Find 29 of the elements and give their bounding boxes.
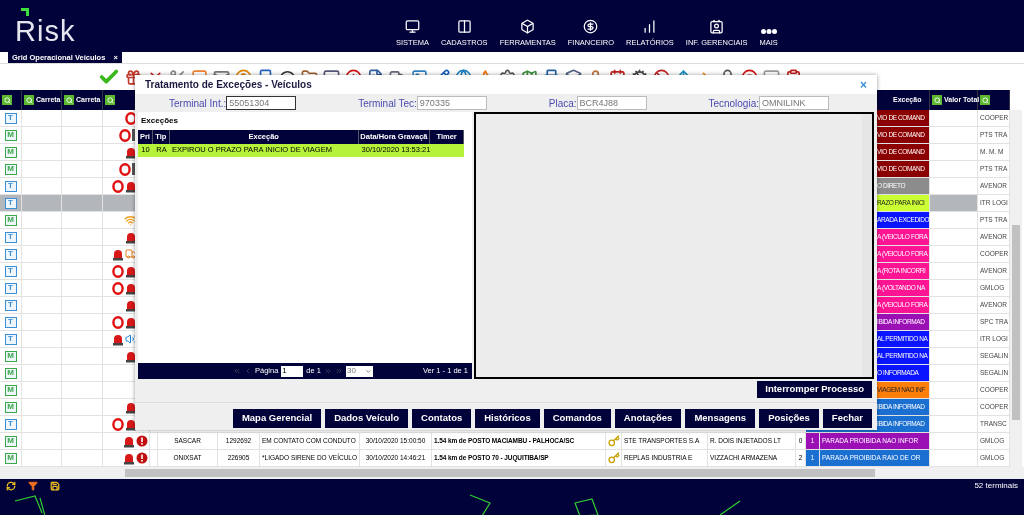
panel-title: Exceções xyxy=(140,115,179,127)
type-badge: M xyxy=(4,401,17,413)
type-badge: M xyxy=(4,384,17,396)
type-badge: T xyxy=(4,180,17,192)
type-badge: T xyxy=(4,282,17,294)
type-badge: T xyxy=(4,231,17,243)
field-label: Terminal Tec: xyxy=(358,96,417,111)
type-badge: T xyxy=(4,299,17,311)
type-badge: M xyxy=(4,350,17,362)
type-badge: M xyxy=(4,129,17,141)
type-badge: M xyxy=(4,367,17,379)
type-badge: T xyxy=(4,316,17,328)
type-badge: T xyxy=(4,112,17,124)
type-badge: T xyxy=(4,265,17,277)
terminal-count: 52 terminais xyxy=(974,480,1018,492)
type-badge: M xyxy=(4,163,17,175)
field-label: Terminal Int.: xyxy=(169,96,227,111)
type-badge: T xyxy=(4,197,17,209)
type-badge: T xyxy=(4,333,17,345)
type-badge: M xyxy=(4,214,17,226)
type-badge: T xyxy=(4,248,17,260)
type-badge: M xyxy=(4,452,17,464)
logo-text: Risk xyxy=(15,17,76,46)
field-label: Tecnologia: xyxy=(708,96,759,111)
type-badge: M xyxy=(4,146,17,158)
field-label: Placa: xyxy=(548,96,577,111)
type-badge: T xyxy=(4,418,17,430)
type-badge: M xyxy=(4,435,17,447)
dialog-title: Tratamento de Exceções - Veículos xyxy=(145,78,312,92)
